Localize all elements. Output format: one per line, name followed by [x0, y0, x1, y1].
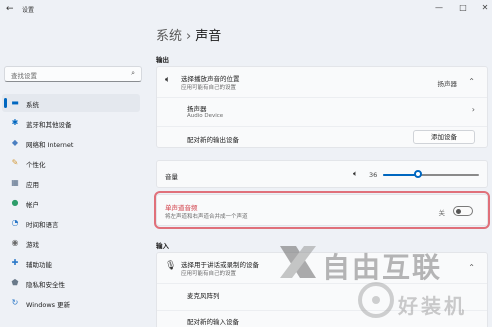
- choose-output-value: 扬声器: [437, 80, 458, 88]
- maximize-button[interactable]: □: [456, 2, 470, 14]
- breadcrumb-parent[interactable]: 系统: [156, 29, 182, 44]
- watermark-x-logo: [280, 246, 316, 278]
- add-device-button[interactable]: 添加设备: [413, 130, 475, 144]
- breadcrumb: 系统 › 声音: [156, 25, 221, 44]
- breadcrumb-separator: ›: [186, 29, 192, 44]
- sidebar-item-label: 系统: [26, 101, 39, 109]
- account-icon: ●: [11, 198, 19, 207]
- app-title: 设置: [22, 7, 35, 14]
- watermark-text-2: 好装机: [398, 294, 467, 318]
- bluetooth-icon: ✱: [11, 118, 19, 127]
- output-card: 🔈︎ 选择播放声音的位置 应用可能有自己的设置 扬声器 ⌃ 扬声器 Audio …: [156, 66, 488, 148]
- sidebar-item-gaming[interactable]: ◉ 游戏: [2, 234, 140, 252]
- search-icon: ⌕: [131, 69, 135, 77]
- sidebar-item-shield[interactable]: ⬟ 隐私和安全性: [2, 274, 140, 292]
- active-indicator: [4, 98, 7, 108]
- volume-icon[interactable]: 🔈︎: [353, 169, 358, 179]
- pair-output-title: 配对新的输出设备: [187, 136, 239, 144]
- sidebar-item-label: 游戏: [26, 241, 39, 249]
- volume-slider[interactable]: [383, 174, 479, 176]
- sidebar-item-label: 辅助功能: [26, 261, 52, 269]
- microphone-device-title: 麦克风阵列: [187, 292, 220, 300]
- speaker-device-row[interactable]: 扬声器 Audio Device ›: [157, 98, 487, 126]
- network-icon: ◆: [11, 138, 19, 147]
- apps-icon: ▦: [11, 178, 19, 187]
- title-bar: ← 设置 — □ ✕: [0, 0, 492, 18]
- sidebar-item-windows-update[interactable]: ↻ Windows 更新: [2, 294, 140, 312]
- sidebar-item-bluetooth[interactable]: ✱ 蓝牙和其他设备: [2, 114, 140, 132]
- choose-input-subtitle: 应用可能有自己的设置: [181, 271, 237, 277]
- sidebar-item-accessibility[interactable]: ✚ 辅助功能: [2, 254, 140, 272]
- sidebar-item-label: 个性化: [26, 161, 46, 169]
- sidebar-item-system[interactable]: ▬ 系统: [2, 94, 140, 112]
- microphone-icon: 🎙︎: [165, 261, 177, 271]
- watermark-dot: [372, 296, 380, 304]
- choose-input-title: 选择用于讲话或录制的设备: [181, 261, 259, 269]
- watermark-brand: 自由互联: [270, 240, 470, 284]
- shield-icon: ⬟: [11, 278, 19, 287]
- back-arrow-icon[interactable]: ←: [6, 3, 18, 15]
- volume-value: 36: [369, 171, 378, 179]
- search-placeholder: 查找设置: [11, 72, 37, 80]
- chevron-up-icon[interactable]: ⌃: [468, 77, 475, 86]
- sidebar-item-label: Windows 更新: [26, 301, 71, 309]
- speaker-icon: 🔈︎: [165, 75, 171, 85]
- output-heading: 输出: [156, 56, 169, 64]
- sidebar-item-label: 蓝牙和其他设备: [26, 121, 72, 129]
- highlight-box: [154, 191, 490, 229]
- minimize-button[interactable]: —: [432, 2, 446, 14]
- windows-update-icon: ↻: [11, 298, 19, 307]
- accessibility-icon: ✚: [11, 258, 19, 267]
- close-button[interactable]: ✕: [478, 2, 492, 14]
- page-title: 声音: [195, 29, 222, 44]
- pair-output-row: 配对新的输出设备 添加设备: [157, 127, 487, 148]
- sidebar-item-network[interactable]: ◆ 网络和 Internet: [2, 134, 140, 152]
- speaker-device-title: 扬声器: [187, 105, 207, 113]
- volume-card: 音量 🔈︎ 36: [156, 160, 488, 188]
- time-language-icon: ◔: [11, 218, 19, 227]
- speaker-device-subtitle: Audio Device: [187, 113, 224, 119]
- volume-slider-thumb[interactable]: [413, 170, 422, 178]
- chevron-right-icon: ›: [471, 105, 475, 114]
- pair-input-title: 配对新的输入设备: [187, 318, 239, 326]
- sidebar-item-brush[interactable]: ✎ 个性化: [2, 154, 140, 172]
- brush-icon: ✎: [11, 158, 19, 167]
- sidebar-item-apps[interactable]: ▦ 应用: [2, 174, 140, 192]
- gaming-icon: ◉: [11, 238, 19, 247]
- input-heading: 输入: [156, 242, 169, 250]
- volume-slider-fill: [383, 174, 418, 176]
- search-input[interactable]: 查找设置 ⌕: [4, 66, 142, 82]
- watermark-brand-2: 好装机: [352, 280, 482, 324]
- volume-label: 音量: [165, 173, 178, 181]
- sidebar-item-account[interactable]: ● 帐户: [2, 194, 140, 212]
- sidebar-item-time-language[interactable]: ◔ 时间和语言: [2, 214, 140, 232]
- sidebar: 查找设置 ⌕ ▬ 系统 ✱ 蓝牙和其他设备 ◆ 网络和 Internet ✎ 个性化 ▦ 应用 ● 帐…: [0, 18, 150, 327]
- choose-output-subtitle: 应用可能有自己的设置: [181, 85, 237, 91]
- sidebar-item-label: 网络和 Internet: [26, 141, 74, 149]
- sidebar-item-label: 帐户: [26, 201, 39, 209]
- choose-output-title: 选择播放声音的位置: [181, 75, 240, 83]
- sidebar-item-label: 应用: [26, 181, 39, 189]
- sidebar-item-label: 隐私和安全性: [26, 281, 65, 289]
- sidebar-item-label: 时间和语言: [26, 221, 59, 229]
- choose-output-row[interactable]: 🔈︎ 选择播放声音的位置 应用可能有自己的设置 扬声器 ⌃: [157, 67, 487, 97]
- system-icon: ▬: [11, 98, 19, 107]
